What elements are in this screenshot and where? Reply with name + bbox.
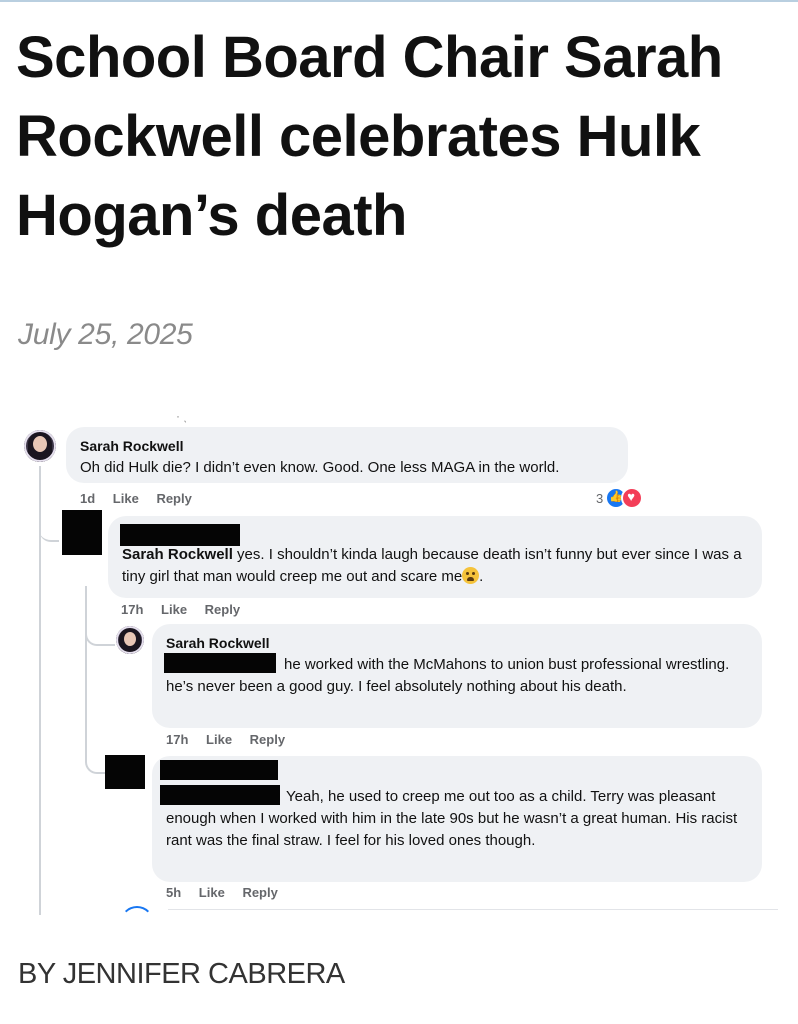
avatar[interactable]: [116, 626, 144, 654]
like-button[interactable]: Like: [161, 602, 187, 617]
reply-button[interactable]: Reply: [156, 491, 191, 506]
reply-button[interactable]: Reply: [205, 602, 240, 617]
comment-bubble: Sarah Rockwell Oh did Hulk die? I didn’t…: [66, 427, 628, 483]
article-date: July 25, 2025: [18, 318, 193, 351]
partial-avatar: [120, 906, 154, 940]
divider: [168, 909, 778, 910]
comment-bubble: Sarah Rockwell he worked with the McMaho…: [152, 624, 762, 728]
comment-text-end: .: [479, 568, 484, 585]
comment-text: Oh did Hulk die? I didn’t even know. Goo…: [80, 459, 560, 476]
thread-connector: [39, 500, 59, 542]
like-button[interactable]: Like: [113, 491, 139, 506]
article-byline: BY JENNIFER CABRERA: [18, 958, 345, 990]
reply-button[interactable]: Reply: [250, 732, 285, 747]
comment-screenshot: · ˎ Sarah Rockwell Oh did Hulk die? I di…: [0, 400, 798, 915]
like-button[interactable]: Like: [199, 885, 225, 900]
comment-time[interactable]: 17h: [166, 732, 188, 747]
comment-author[interactable]: Sarah Rockwell: [166, 632, 750, 654]
redacted-name: [160, 760, 278, 780]
comment-author[interactable]: Sarah Rockwell: [80, 435, 616, 457]
redacted-mention: [160, 785, 280, 805]
thread-connector: [85, 740, 107, 774]
love-icon: [621, 487, 644, 509]
redacted-name: [120, 524, 240, 546]
redacted-avatar: [105, 755, 145, 789]
comment-time[interactable]: 1d: [80, 491, 95, 506]
thread-line: [85, 644, 87, 744]
article-headline: School Board Chair Sarah Rockwell celebr…: [16, 25, 723, 248]
redacted-avatar: [62, 510, 102, 555]
stray-mark: · ˎ: [176, 409, 188, 423]
fearful-face-emoji: [462, 567, 480, 584]
reaction-summary[interactable]: 3: [596, 487, 644, 509]
like-button[interactable]: Like: [206, 732, 232, 747]
comment-actions: 17h Like Reply: [121, 602, 254, 617]
comment-actions: 1d Like Reply: [80, 491, 206, 506]
reply-button[interactable]: Reply: [242, 885, 277, 900]
comment-time[interactable]: 5h: [166, 885, 181, 900]
thread-connector: [85, 624, 115, 646]
comment-actions: 17h Like Reply: [166, 732, 299, 747]
comment-actions: 5h Like Reply: [166, 885, 292, 900]
avatar[interactable]: [24, 430, 56, 462]
redacted-mention: [164, 653, 276, 673]
comment-time[interactable]: 17h: [121, 602, 143, 617]
top-rule: [0, 0, 798, 2]
mention-link[interactable]: Sarah Rockwell: [122, 546, 233, 563]
reaction-count: 3: [596, 490, 604, 506]
